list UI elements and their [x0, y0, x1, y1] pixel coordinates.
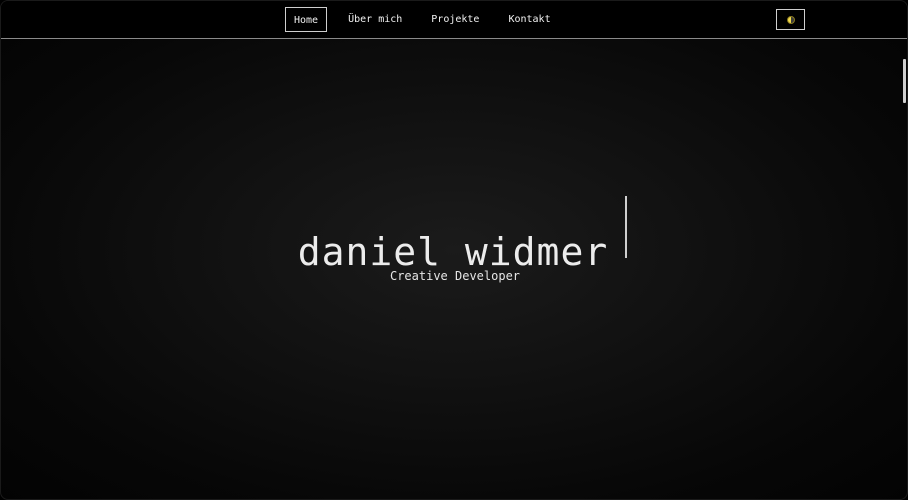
- main-nav: Home Über mich Projekte Kontakt: [285, 7, 572, 32]
- nav-item-about[interactable]: Über mich: [340, 7, 410, 32]
- typing-cursor: [625, 196, 627, 258]
- top-navigation-bar: Home Über mich Projekte Kontakt: [1, 1, 907, 39]
- scroll-indicator[interactable]: [903, 59, 906, 103]
- nav-item-projects[interactable]: Projekte: [423, 7, 487, 32]
- half-moon-icon: [786, 15, 795, 24]
- theme-toggle-button[interactable]: [776, 9, 805, 30]
- nav-item-contact[interactable]: Kontakt: [500, 7, 558, 32]
- nav-item-home[interactable]: Home: [285, 7, 328, 32]
- page-frame: Home Über mich Projekte Kontakt daniel w…: [0, 0, 908, 500]
- hero-subtitle: Creative Developer: [389, 269, 521, 283]
